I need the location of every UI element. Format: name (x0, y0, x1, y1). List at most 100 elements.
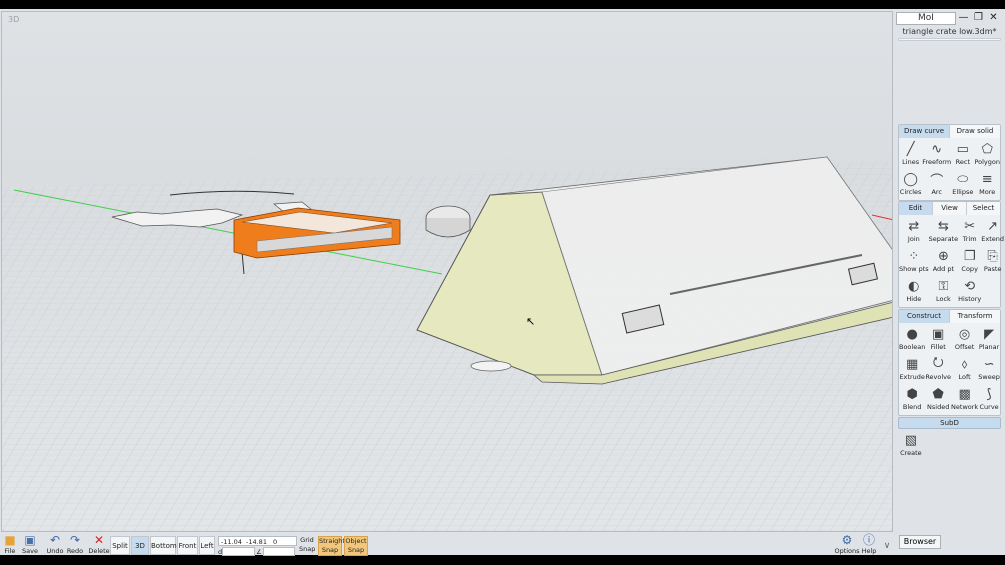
ellipse-tool-button[interactable]: ⬭ Ellipse (951, 170, 974, 200)
view-split-button[interactable]: Split (110, 536, 130, 555)
nsided-icon: ⬟ (932, 386, 944, 402)
trim-tool-button[interactable]: ✂ Trim (958, 217, 981, 247)
paste-tool-button[interactable]: ⎘ Paste (981, 247, 1004, 277)
circle-icon: ◯ (903, 171, 918, 187)
sweep-tool-button[interactable]: ∽ Sweep (978, 355, 1000, 385)
view-left-button[interactable]: Left (199, 536, 215, 555)
edit-group: Edit View Select ⇄ Join ⇆ Separate ✂ Trim ↗ Exten… (898, 201, 1004, 308)
network-tool-button[interactable]: ▩ Network (951, 385, 978, 415)
view-front-button[interactable]: Front (177, 536, 198, 555)
3d-viewport[interactable]: 3D ↖ (1, 11, 893, 532)
join-tool-button[interactable]: ⇄ Join (899, 217, 929, 247)
revolve-tool-button[interactable]: ⭮ Revolve (925, 355, 951, 385)
save-button[interactable]: ▣ Save (22, 533, 38, 555)
blend-tool-button[interactable]: ⬢ Blend (899, 385, 925, 415)
coord-x: -11.04 (221, 538, 242, 546)
extend-tool-button[interactable]: ↗ Extend (981, 217, 1004, 247)
tool-label: Revolve (925, 373, 952, 381)
tool-label: Circles (899, 188, 922, 196)
tool-label: Rect (955, 158, 970, 166)
polygon-tool-button[interactable]: ⬠ Polygon (974, 140, 1000, 170)
subd-tab[interactable]: SubD (898, 417, 1001, 429)
delete-button[interactable]: ✕ Delete (88, 533, 109, 555)
collapse-button[interactable]: ∨ (880, 539, 894, 561)
offset-tool-button[interactable]: ◎ Offset (951, 325, 978, 355)
history-tool-button[interactable]: ⟲ History (958, 277, 981, 307)
tab-view[interactable]: View (933, 202, 967, 215)
tool-label: Sweep (978, 373, 1000, 381)
tool-label: Hide (906, 295, 922, 303)
tab-edit[interactable]: Edit (899, 202, 933, 215)
trim-icon: ✂ (964, 218, 976, 234)
redo-button[interactable]: ↷ Redo (66, 533, 84, 555)
app-name[interactable]: MoI (896, 11, 956, 25)
tool-label: Planar (978, 343, 1000, 351)
tool-label: More (979, 188, 996, 196)
tool-label: Lines (902, 158, 920, 166)
minimize-icon[interactable]: — (956, 12, 971, 25)
right-panel: MoI — ❐ ✕ triangle crate low.3dm* Draw c… (896, 11, 1004, 461)
close-icon[interactable]: ✕ (986, 12, 1001, 25)
tool-label: Extend (981, 235, 1004, 243)
create-tool-button[interactable]: ▧ Create (898, 431, 924, 461)
undo-icon: ↶ (49, 533, 61, 547)
fillet-tool-button[interactable]: ▣ Fillet (925, 325, 951, 355)
angle-input[interactable] (263, 547, 295, 556)
lines-tool-button[interactable]: ╱ Lines (899, 140, 922, 170)
options-button[interactable]: ⚙ Options (834, 533, 859, 555)
browser-button[interactable]: Browser (899, 535, 941, 549)
bottom-toolbar: ■ File ▣ Save ↶ Undo ↷ Redo ✕ Delete Spl… (0, 533, 1005, 556)
distance-input[interactable] (222, 547, 255, 556)
tool-label: Show pts (899, 265, 929, 273)
loft-tool-button[interactable]: ⬨ Loft (951, 355, 978, 385)
freeform-icon: ∿ (931, 141, 943, 157)
view-bottom-button[interactable]: Bottom (150, 536, 177, 555)
tool-label: History (958, 295, 982, 303)
straight-snap-toggle[interactable]: Straight Snap (318, 536, 345, 556)
add-pt-tool-button[interactable]: ⊕ Add pt (929, 247, 958, 277)
separate-tool-button[interactable]: ⇆ Separate (929, 217, 958, 247)
freeform-tool-button[interactable]: ∿ Freeform (922, 140, 951, 170)
tab-draw-curve[interactable]: Draw curve (899, 125, 950, 138)
curve-tool-button[interactable]: ⟆ Curve (978, 385, 1000, 415)
polygon-icon: ⬠ (981, 141, 993, 157)
rect-tool-button[interactable]: ▭ Rect (951, 140, 974, 170)
tool-label: Nsided (927, 403, 950, 411)
undo-button[interactable]: ↶ Undo (46, 533, 64, 555)
draw-group: Draw curve Draw solid ╱ Lines ∿ Freeform ▭ Rec… (898, 124, 1001, 201)
more-tool-button[interactable]: ≡ More (974, 170, 1000, 200)
copy-tool-button[interactable]: ❐ Copy (958, 247, 981, 277)
extrude-tool-button[interactable]: ▦ Extrude (899, 355, 925, 385)
arc-tool-button[interactable]: ⌒ Arc (922, 170, 951, 200)
circles-tool-button[interactable]: ◯ Circles (899, 170, 922, 200)
object-snap-toggle[interactable]: Object Snap (344, 536, 368, 556)
file-button[interactable]: ■ File (2, 533, 18, 555)
mouse-cursor-icon: ↖ (526, 315, 536, 328)
sweep-icon: ∽ (983, 356, 995, 372)
tab-select[interactable]: Select (967, 202, 1000, 215)
maximize-icon[interactable]: ❐ (971, 12, 986, 25)
viewport-label: 3D (8, 15, 20, 24)
planar-tool-button[interactable]: ◤ Planar (978, 325, 1000, 355)
boolean-tool-button[interactable]: ● Boolean (899, 325, 925, 355)
grid-snap-toggle[interactable]: Grid Snap (299, 536, 315, 556)
tool-label: Add pt (932, 265, 955, 273)
tab-construct[interactable]: Construct (899, 310, 950, 323)
tab-transform[interactable]: Transform (950, 310, 1000, 323)
hide-tool-button[interactable]: ◐ Hide (899, 277, 929, 307)
tool-label: Offset (954, 343, 975, 351)
tool-label: Separate (928, 235, 959, 243)
curve-icon: ⟆ (986, 386, 992, 402)
add-point-icon: ⊕ (937, 248, 949, 264)
tool-label: Join (907, 235, 920, 243)
lock-tool-button[interactable]: ⚿ Lock (929, 277, 958, 307)
show-pts-tool-button[interactable]: ⁘ Show pts (899, 247, 929, 277)
angle-label: ∠ (256, 548, 262, 556)
tool-label: Ellipse (952, 188, 974, 196)
tab-draw-solid[interactable]: Draw solid (950, 125, 1000, 138)
view-3d-button[interactable]: 3D (131, 536, 149, 555)
help-button[interactable]: ⓘ Help (861, 533, 877, 555)
tool-label: Blend (902, 403, 922, 411)
coordinate-readout[interactable]: -11.04 -14.81 0 (218, 536, 297, 546)
nsided-tool-button[interactable]: ⬟ Nsided (925, 385, 951, 415)
